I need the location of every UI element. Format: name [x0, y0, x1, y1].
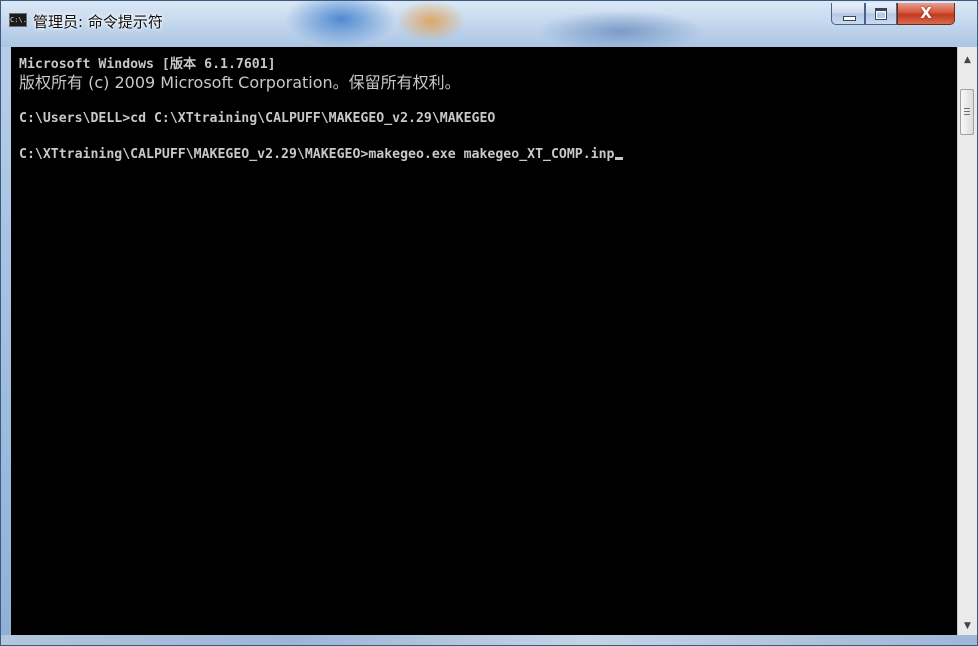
minimize-icon: [843, 16, 856, 21]
grip-line: [964, 114, 970, 115]
window-bottom-border: [1, 635, 977, 645]
text-cursor: [615, 157, 624, 160]
vertical-scrollbar[interactable]: ▲ ▼: [957, 47, 977, 637]
console-lines: Microsoft Windows [版本 6.1.7601] 版权所有 (c)…: [19, 56, 624, 164]
scroll-thumb[interactable]: [960, 89, 974, 135]
console-command-line[interactable]: C:\XTtraining\CALPUFF\MAKEGEO_v2.29\MAKE…: [19, 146, 624, 164]
command-text: C:\XTtraining\CALPUFF\MAKEGEO_v2.29\MAKE…: [19, 147, 615, 162]
cmd-icon[interactable]: C:\.: [9, 13, 27, 27]
maximize-icon: [875, 8, 887, 20]
close-button[interactable]: X: [897, 3, 955, 25]
scroll-down-arrow-icon[interactable]: ▼: [958, 617, 977, 635]
command-prompt-window: C:\. 管理员: 命令提示符 X Microsoft Windows [版本 …: [0, 0, 978, 646]
scroll-up-arrow-icon[interactable]: ▲: [958, 51, 977, 69]
console-line: C:\Users\DELL>cd C:\XTtraining\CALPUFF\M…: [19, 111, 496, 126]
minimize-button[interactable]: [831, 3, 865, 25]
console-line: 版权所有 (c) 2009 Microsoft Corporation。保留所有…: [19, 73, 461, 92]
grip-line: [964, 111, 970, 112]
console-line: Microsoft Windows [版本 6.1.7601]: [19, 57, 276, 72]
console-output[interactable]: Microsoft Windows [版本 6.1.7601] 版权所有 (c)…: [11, 47, 957, 637]
grip-line: [964, 108, 970, 109]
window-title: 管理员: 命令提示符: [33, 13, 163, 31]
title-bar[interactable]: C:\. 管理员: 命令提示符 X: [1, 1, 977, 47]
close-icon: X: [920, 4, 932, 22]
maximize-button[interactable]: [865, 3, 897, 25]
